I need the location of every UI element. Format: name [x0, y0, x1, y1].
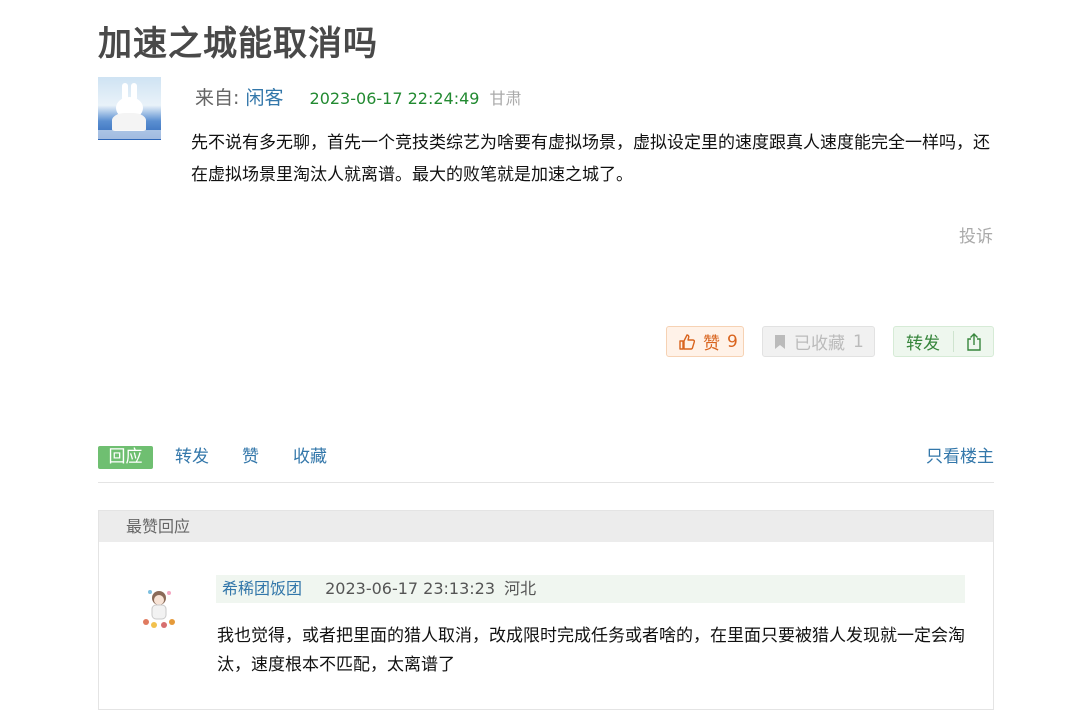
collected-count: 1 — [853, 331, 864, 352]
best-replies-panel: 最赞回应 希稀团饭团 2023-06-17 23:13:23 河北 我也觉得，或… — [98, 510, 994, 710]
reply-button[interactable]: 回应 — [98, 446, 153, 469]
share-button[interactable]: 转发 — [893, 326, 994, 357]
reply-location: 河北 — [504, 579, 537, 598]
report-link[interactable]: 投诉 — [959, 222, 993, 247]
author-name-link[interactable]: 闲客 — [245, 87, 283, 109]
best-replies-header: 最赞回应 — [99, 511, 993, 542]
like-button[interactable]: 赞 9 — [666, 326, 744, 357]
collect-link[interactable]: 收藏 — [293, 446, 327, 469]
author-avatar[interactable] — [98, 77, 161, 140]
repost-link[interactable]: 转发 — [175, 446, 209, 469]
share-divider — [953, 331, 954, 352]
avatar-caption — [98, 130, 161, 139]
post-title: 加速之城能取消吗 — [98, 24, 378, 64]
op-only-link[interactable]: 只看楼主 — [926, 446, 994, 469]
reply-meta: 希稀团饭团 2023-06-17 23:13:23 河北 — [216, 575, 965, 603]
from-label: 来自: — [195, 87, 240, 109]
post-location: 甘肃 — [489, 89, 522, 108]
share-label: 转发 — [906, 334, 940, 354]
bookmark-icon — [775, 334, 785, 349]
like-count: 9 — [727, 331, 738, 352]
post-time: 2023-06-17 22:24:49 — [309, 89, 480, 108]
thumbs-up-icon — [679, 333, 696, 350]
post-meta: 来自: 闲客 2023-06-17 22:24:49 甘肃 — [195, 83, 522, 110]
reply-author-link[interactable]: 希稀团饭团 — [216, 579, 302, 598]
post-content: 先不说有多无聊，首先一个竞技类综艺为啥要有虚拟场景，虚拟设定里的速度跟真人速度能… — [191, 133, 990, 185]
collected-label: 已收藏 — [794, 334, 845, 354]
collected-button[interactable]: 已收藏 1 — [762, 326, 875, 357]
divider — [98, 482, 994, 483]
like-link[interactable]: 赞 — [242, 446, 259, 469]
like-label: 赞 — [703, 334, 720, 354]
reply-time: 2023-06-17 23:13:23 — [325, 579, 496, 598]
share-icon[interactable] — [966, 332, 982, 351]
action-bar: 回应 转发 赞 收藏 只看楼主 — [98, 446, 994, 470]
avatar-body — [112, 113, 146, 131]
reply-author-avatar[interactable] — [141, 588, 177, 634]
reply-content: 我也觉得，或者把里面的猎人取消，改成限时完成任务或者啥的，在里面只要被猎人发现就… — [217, 626, 965, 675]
